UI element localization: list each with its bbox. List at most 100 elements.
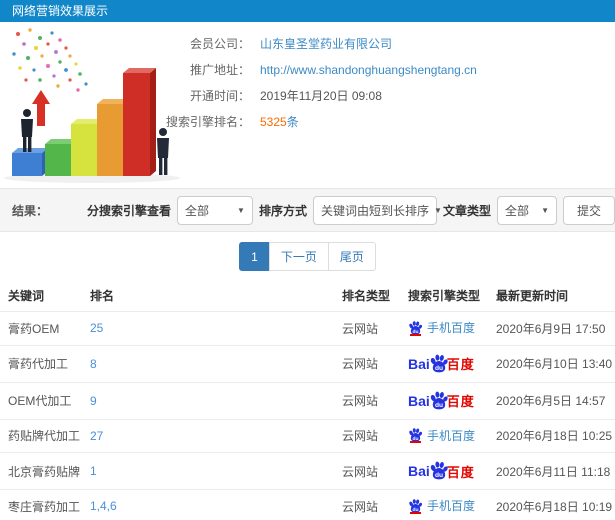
table-row: 北京膏药贴牌 1 云网站 Bai du 百度 2020年6月11日 11:18	[0, 452, 615, 490]
article-type-select[interactable]: 全部 ▼	[496, 195, 557, 225]
company-label: 会员公司：	[189, 37, 250, 51]
engine-cell: du 手机百度	[400, 489, 488, 520]
baidu-paw-icon: du	[430, 461, 448, 480]
submit-button[interactable]: 提交	[562, 195, 615, 225]
header-updated: 最新更新时间	[496, 289, 569, 303]
chevron-down-icon: ▼	[237, 205, 245, 215]
up-arrow	[32, 90, 50, 126]
table-body: 膏药OEM 25 云网站 du 手机百度 2020年6月9日 17:50 膏药代…	[0, 311, 615, 520]
mobile-baidu-badge: du 手机百度	[408, 319, 475, 336]
info-row-company: 会员公司： 山东皇圣堂药业有限公司	[148, 31, 615, 57]
sort-filter-value: 关键词由短到长排序	[320, 203, 429, 218]
table-row: 枣庄膏药加工 1,4,6 云网站 du 手机百度 2020年6月18日 10:1…	[0, 489, 615, 520]
rank-link[interactable]: 9	[90, 394, 97, 408]
rank-cell: 1,4,6	[82, 489, 334, 520]
table-row: 膏药OEM 25 云网站 du 手机百度 2020年6月9日 17:50	[0, 311, 615, 345]
table-header: 关键词 排名 排名类型 搜索引擎类型 最新更新时间	[0, 280, 615, 312]
updated-cell: 2020年6月18日 10:19	[488, 489, 615, 520]
results-table: 关键词 排名 排名类型 搜索引擎类型 最新更新时间 膏药OEM 25 云网站 d…	[0, 280, 615, 520]
engine-filter-value: 全部	[184, 203, 209, 218]
rank-link[interactable]: 8	[90, 357, 97, 371]
rank-type-cell: 云网站	[334, 452, 400, 490]
baidu-logo: Bai du 百度	[408, 460, 475, 482]
rank-type-cell: 云网站	[334, 418, 400, 453]
rank-count: 5325	[260, 115, 287, 129]
engine-filter-label: 分搜索引擎查看	[86, 203, 171, 218]
baidu-underline	[410, 333, 421, 336]
baidu-paw-icon: du	[409, 428, 423, 442]
rank-type-cell: 云网站	[334, 489, 400, 520]
rank-type-cell: 云网站	[334, 381, 400, 419]
rank-unit: 条	[286, 115, 299, 129]
mobile-baidu-badge: du 手机百度	[408, 497, 475, 514]
updated-cell: 2020年6月10日 13:40	[488, 344, 615, 382]
engine-cell: Bai du 百度	[400, 452, 488, 490]
confetti-dots	[12, 28, 88, 92]
chevron-down-icon: ▼	[541, 205, 549, 215]
title-bar: 网络营销效果展示	[0, 0, 615, 22]
table-row: OEM代加工 9 云网站 Bai du 百度 2020年6月5日 14:57	[0, 381, 615, 419]
result-label: 结果：	[12, 203, 49, 218]
engine-rank-label: 搜索引擎排名：	[165, 115, 250, 129]
promo-url-link[interactable]: http://www.shandonghuangshengtang.cn	[260, 63, 477, 77]
page-title: 网络营销效果展示	[12, 4, 109, 18]
baidu-logo-cn: 百度	[446, 464, 475, 480]
mobile-baidu-label: 手机百度	[427, 499, 476, 513]
header-engine-type: 搜索引擎类型	[408, 289, 481, 303]
rank-cell: 25	[82, 311, 334, 345]
company-info-list: 会员公司： 山东皇圣堂药业有限公司 推广地址： http://www.shandon…	[148, 31, 615, 135]
header-rank: 排名	[90, 289, 115, 303]
header-rank-type: 排名类型	[342, 289, 391, 303]
info-row-url: 推广地址： http://www.shandonghuangshengtang.c…	[148, 57, 615, 83]
updated-cell: 2020年6月5日 14:57	[488, 381, 615, 419]
mobile-baidu-icon: du	[408, 427, 423, 443]
engine-cell: Bai du 百度	[400, 381, 488, 419]
opened-time-value: 2019年11月20日 09:08	[260, 89, 382, 103]
keyword-cell: 药贴牌代加工	[0, 418, 82, 453]
rank-link[interactable]: 1,4,6	[90, 499, 117, 513]
updated-cell: 2020年6月11日 11:18	[488, 452, 615, 490]
baidu-paw-icon: du	[409, 498, 423, 512]
header-keyword: 关键词	[8, 289, 45, 303]
table-row: 膏药代加工 8 云网站 Bai du 百度 2020年6月10日 13:40	[0, 344, 615, 382]
filter-controls: 分搜索引擎查看 全部 ▼ 排序方式 关键词由短到长排序 ▼ 文章类型 全部 ▼ …	[86, 195, 615, 225]
keyword-cell: 膏药代加工	[0, 344, 82, 382]
engine-cell: du 手机百度	[400, 418, 488, 453]
last-page-button[interactable]: 尾页	[327, 242, 376, 271]
sort-filter-select[interactable]: 关键词由短到长排序 ▼	[312, 195, 442, 225]
mobile-baidu-icon: du	[408, 320, 423, 336]
article-type-value: 全部	[504, 203, 529, 218]
baidu-underline	[410, 441, 421, 443]
baidu-logo-cn: 百度	[446, 394, 475, 409]
businessman-right	[157, 128, 169, 175]
info-row-opened: 开通时间： 2019年11月20日 09:08	[148, 83, 615, 109]
next-page-button[interactable]: 下一页	[268, 242, 329, 271]
baidu-underline	[410, 511, 421, 514]
svg-text:du: du	[435, 365, 443, 372]
rank-cell: 9	[82, 381, 334, 419]
opened-time-label: 开通时间：	[189, 89, 250, 103]
baidu-logo-cn: 百度	[446, 357, 475, 372]
pagination: 1 下一页 尾页	[0, 232, 615, 280]
baidu-logo: Bai du 百度	[408, 353, 475, 375]
mobile-baidu-label: 手机百度	[427, 321, 476, 335]
engine-filter-select[interactable]: 全部 ▼	[176, 195, 253, 225]
rank-link[interactable]: 25	[90, 321, 103, 335]
updated-cell: 2020年6月18日 10:25	[488, 418, 615, 453]
page-button-current[interactable]: 1	[239, 242, 270, 271]
baidu-paw-icon: du	[430, 354, 448, 372]
bar-blue	[12, 148, 48, 176]
keyword-cell: 膏药OEM	[0, 311, 82, 345]
rank-link[interactable]: 27	[90, 429, 103, 443]
keyword-cell: OEM代加工	[0, 381, 82, 419]
filter-bar: 结果： 分搜索引擎查看 全部 ▼ 排序方式 关键词由短到长排序 ▼ 文章类型 全…	[0, 188, 615, 232]
baidu-logo: Bai du 百度	[408, 390, 475, 412]
profile-section: 会员公司： 山东皇圣堂药业有限公司 推广地址： http://www.shandon…	[0, 22, 615, 188]
rank-cell: 27	[82, 418, 334, 453]
company-link[interactable]: 山东皇圣堂药业有限公司	[260, 37, 392, 51]
chevron-down-icon: ▼	[433, 205, 442, 215]
keyword-cell: 北京膏药贴牌	[0, 452, 82, 490]
svg-text:du: du	[435, 472, 443, 479]
rank-link[interactable]: 1	[90, 464, 97, 478]
rank-type-cell: 云网站	[334, 344, 400, 382]
